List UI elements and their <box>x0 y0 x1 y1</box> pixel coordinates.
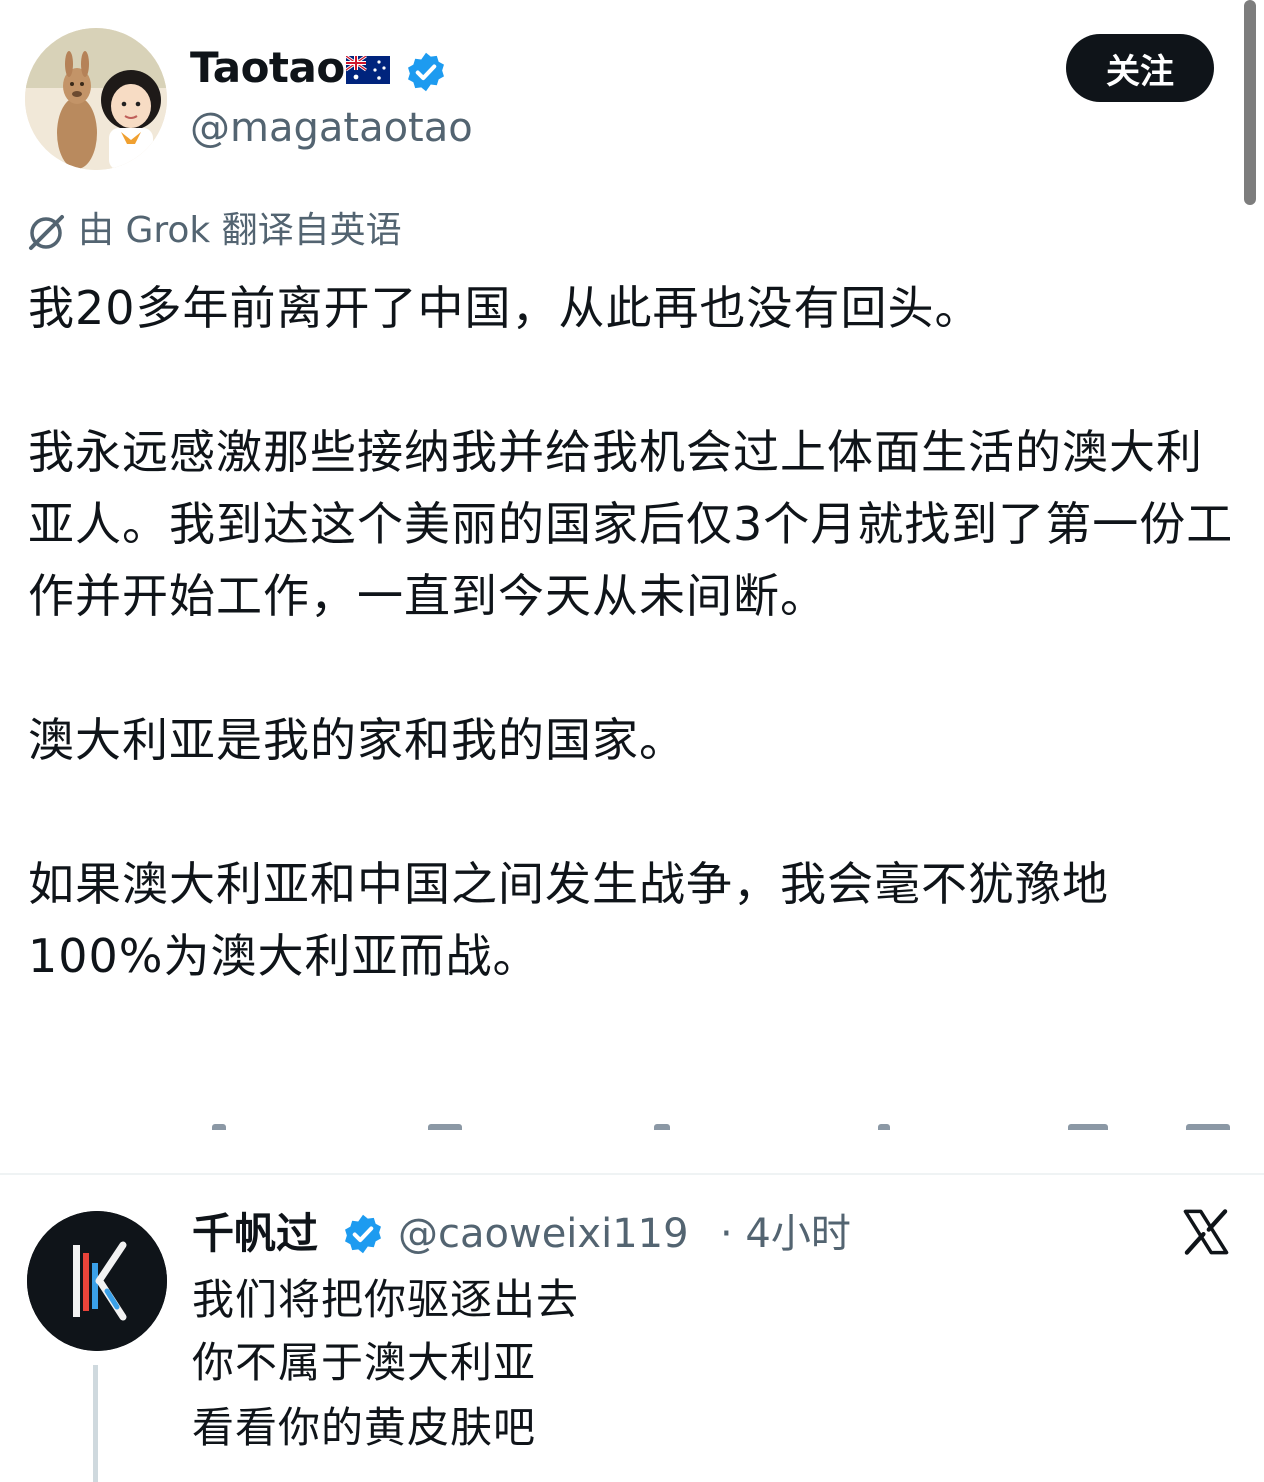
action-bar-cropped <box>0 1108 1264 1130</box>
tweet-body: 我20多年前离开了中国，从此再也没有回头。 我永远感激那些接纳我并给我机会过上体… <box>28 272 1238 992</box>
thread-line <box>93 1365 98 1482</box>
tweet-paragraph: 如果澳大利亚和中国之间发生战争，我会毫不犹豫地100%为澳大利亚而战。 <box>28 857 1109 983</box>
author-avatar[interactable] <box>25 28 167 170</box>
author-display-name[interactable]: Taotao <box>190 42 345 94</box>
reply-text-line: 你不属于澳大利亚 <box>192 1338 537 1387</box>
grok-icon <box>29 215 64 250</box>
avatar-illustration <box>25 28 167 170</box>
divider <box>0 1173 1264 1175</box>
australia-flag-icon <box>346 56 390 84</box>
translation-note[interactable]: 由 Grok 翻译自英语 <box>78 207 402 255</box>
reply-text-line: 我们将把你驱逐出去 <box>192 1275 580 1324</box>
x-logo-icon[interactable] <box>1180 1206 1232 1258</box>
views-icon-fragment <box>878 1124 890 1130</box>
reply-icon-fragment <box>212 1124 226 1130</box>
tweet-paragraph: 我永远感激那些接纳我并给我机会过上体面生活的澳大利亚人。我到达这个美丽的国家后仅… <box>28 425 1234 623</box>
tweet-paragraph: 澳大利亚是我的家和我的国家。 <box>28 713 686 767</box>
reply-avatar[interactable] <box>27 1211 167 1351</box>
k-logo-icon <box>27 1211 167 1351</box>
follow-button[interactable]: 关注 <box>1066 34 1214 102</box>
reply-timestamp[interactable]: · 4小时 <box>720 1206 851 1262</box>
author-handle[interactable]: @magataotao <box>190 103 473 153</box>
repost-icon-fragment <box>428 1124 462 1130</box>
reply-handle[interactable]: @caoweixi119 <box>398 1206 689 1262</box>
reply-display-name[interactable]: 千帆过 <box>192 1206 318 1262</box>
like-icon-fragment <box>654 1124 670 1130</box>
tweet-paragraph: 我20多年前离开了中国，从此再也没有回头。 <box>28 281 982 335</box>
share-icon-fragment <box>1186 1124 1230 1130</box>
verified-badge-icon <box>408 52 444 92</box>
reply-text-line: 看看你的黄皮肤吧 <box>192 1403 537 1452</box>
bookmark-icon-fragment <box>1068 1124 1108 1130</box>
verified-badge-icon <box>345 1214 381 1254</box>
scrollbar[interactable] <box>1244 0 1256 205</box>
